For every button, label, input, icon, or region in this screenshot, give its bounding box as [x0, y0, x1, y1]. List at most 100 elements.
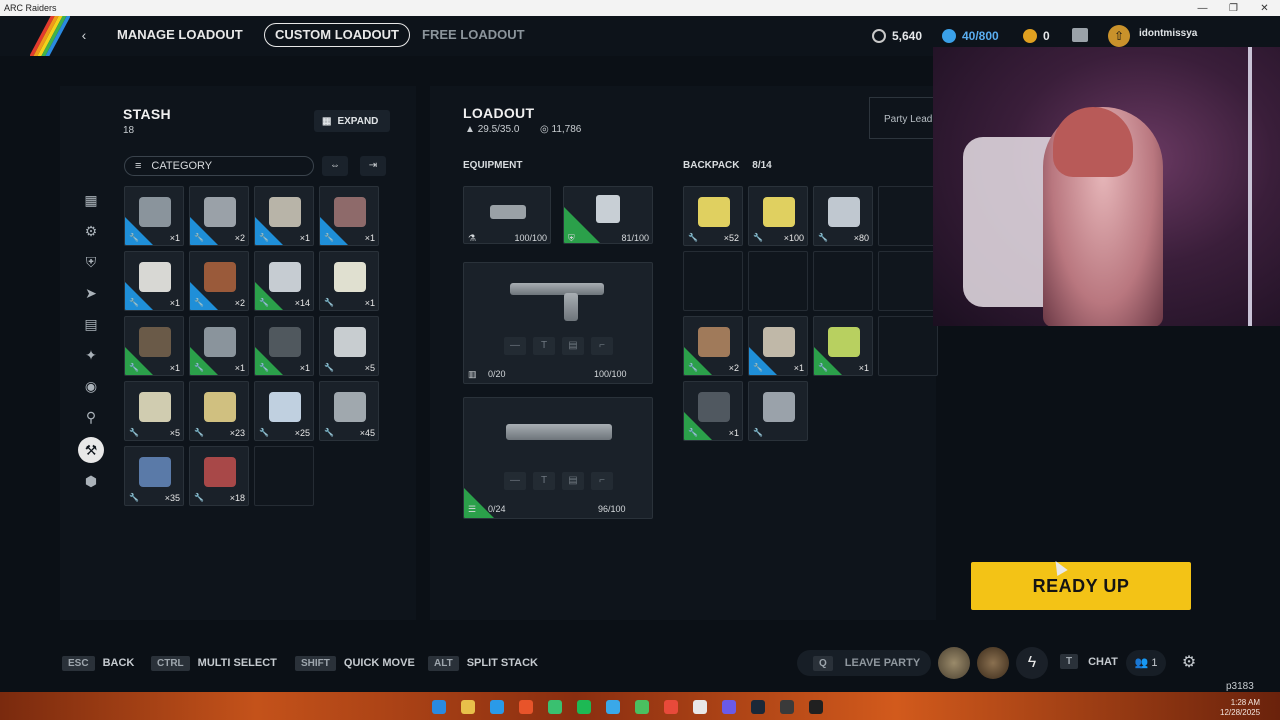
materials-icon[interactable]: ⚒: [78, 437, 104, 463]
wrench-icon: 🔧: [324, 428, 334, 437]
backpack-item-slot[interactable]: [878, 251, 938, 311]
edge-icon[interactable]: [490, 700, 504, 714]
backpack-item-slot[interactable]: [683, 251, 743, 311]
stash-item-slot[interactable]: 🔧 ×14: [254, 251, 314, 311]
keys-icon[interactable]: ⚲: [78, 404, 104, 430]
start-icon[interactable]: [432, 700, 446, 714]
backpack-item-slot[interactable]: 🔧 ×100: [748, 186, 808, 246]
backpack-item-slot[interactable]: [878, 316, 938, 376]
app-icon[interactable]: [693, 700, 707, 714]
backpack-item-slot[interactable]: 🔧 ×1: [813, 316, 873, 376]
stash-item-slot[interactable]: 🔧 ×1: [124, 251, 184, 311]
party-leader-button[interactable]: Party Lead: [869, 97, 933, 139]
stash-item-slot[interactable]: 🔧 ×5: [319, 316, 379, 376]
stash-item-slot[interactable]: 🔧 ×35: [124, 446, 184, 506]
stash-item-slot[interactable]: 🔧 ×1: [254, 186, 314, 246]
stash-item-slot[interactable]: 🔧 ×2: [189, 251, 249, 311]
muzzle-attachment-slot[interactable]: —: [504, 337, 526, 355]
app-icon[interactable]: [635, 700, 649, 714]
stash-item-slot[interactable]: 🔧 ×1: [254, 316, 314, 376]
stash-item-slot[interactable]: 🔧 ×18: [189, 446, 249, 506]
mods-icon[interactable]: ▤: [78, 311, 104, 337]
backpack-item-slot[interactable]: [748, 251, 808, 311]
backpack-item-slot[interactable]: 🔧 ×2: [683, 316, 743, 376]
leave-party-button[interactable]: Q LEAVE PARTY: [797, 650, 931, 676]
settings-gear-icon[interactable]: ⚙: [1178, 652, 1200, 674]
ready-up-button[interactable]: READY UP: [971, 562, 1191, 610]
back-chevron-icon[interactable]: ‹: [74, 25, 94, 45]
friends-button[interactable]: 👥 1: [1126, 650, 1166, 676]
maximize-button[interactable]: ❐: [1218, 3, 1249, 14]
transfer-button[interactable]: ⇥: [360, 156, 386, 176]
weapons-icon[interactable]: ⚙: [78, 218, 104, 244]
steam-icon[interactable]: [751, 700, 765, 714]
backpack-item-slot[interactable]: 🔧 ×1: [683, 381, 743, 441]
gadget-icon[interactable]: ◉: [78, 373, 104, 399]
hint-split-stack[interactable]: ALT SPLIT STACK: [428, 654, 538, 672]
stash-item-slot[interactable]: 🔧 ×1: [124, 316, 184, 376]
backpack-item-slot[interactable]: [878, 186, 938, 246]
backpack-item-slot[interactable]: 🔧 ×1: [748, 316, 808, 376]
tab-custom-loadout[interactable]: CUSTOM LOADOUT: [264, 23, 410, 47]
expand-button[interactable]: ▦ EXPAND: [314, 110, 390, 132]
misc-icon[interactable]: ⬢: [78, 468, 104, 494]
backpack-item-slot[interactable]: 🔧: [748, 381, 808, 441]
stash-item-slot[interactable]: 🔧 ×2: [189, 186, 249, 246]
window-titlebar: ARC Raiders — ❐ ✕: [0, 0, 1280, 16]
app-icon[interactable]: [548, 700, 562, 714]
tab-manage-loadout[interactable]: MANAGE LOADOUT: [117, 23, 243, 47]
augment-slot[interactable]: ⚗ 100/100: [463, 186, 551, 244]
ammo-icon[interactable]: ➤: [78, 280, 104, 306]
magazine-attachment-slot[interactable]: ▤: [562, 472, 584, 490]
chat-button[interactable]: T CHAT: [1060, 654, 1118, 669]
sort-button[interactable]: ⇔: [322, 156, 348, 176]
stash-item-slot[interactable]: 🔧 ×25: [254, 381, 314, 441]
backpack-item-slot[interactable]: 🔧 ×52: [683, 186, 743, 246]
app-icon[interactable]: [780, 700, 794, 714]
stash-item-slot[interactable]: [254, 446, 314, 506]
stash-item-slot[interactable]: 🔧 ×1: [319, 186, 379, 246]
weapon-slot-2[interactable]: — T ▤ ⌐ ☰ 0/24 96/100: [463, 397, 653, 519]
mail-icon[interactable]: [1072, 28, 1088, 42]
minimize-button[interactable]: —: [1187, 3, 1218, 14]
item-art: [139, 262, 171, 292]
arc-raiders-icon[interactable]: [809, 700, 823, 714]
stash-item-slot[interactable]: 🔧 ×1: [319, 251, 379, 311]
backpack-item-slot[interactable]: 🔧 ×80: [813, 186, 873, 246]
hint-back[interactable]: ESC BACK: [62, 654, 134, 672]
item-quantity: ×1: [364, 233, 375, 243]
hint-quick-move[interactable]: SHIFT QUICK MOVE: [295, 654, 415, 672]
underbarrel-attachment-slot[interactable]: T: [533, 337, 555, 355]
magazine-attachment-slot[interactable]: ▤: [562, 337, 584, 355]
explorer-icon[interactable]: [461, 700, 475, 714]
close-button[interactable]: ✕: [1249, 3, 1280, 14]
ammo-icon: ▥: [468, 369, 477, 379]
hint-multi-select[interactable]: CTRL MULTI SELECT: [151, 654, 277, 672]
quick-use-icon[interactable]: ✦: [78, 342, 104, 368]
discord-icon[interactable]: [722, 700, 736, 714]
brave-icon[interactable]: [519, 700, 533, 714]
stash-item-slot[interactable]: 🔧 ×1: [189, 316, 249, 376]
muzzle-attachment-slot[interactable]: —: [504, 472, 526, 490]
stash-item-slot[interactable]: 🔧 ×23: [189, 381, 249, 441]
arc-emblem-icon[interactable]: ϟ: [1016, 647, 1048, 679]
shield-slot[interactable]: ⛨ 81/100: [563, 186, 653, 244]
underbarrel-attachment-slot[interactable]: T: [533, 472, 555, 490]
spotify-icon[interactable]: [577, 700, 591, 714]
chrome-icon[interactable]: [664, 700, 678, 714]
all-items-icon[interactable]: ▦: [78, 187, 104, 213]
category-filter[interactable]: ≡ CATEGORY: [124, 156, 314, 176]
backpack-item-slot[interactable]: [813, 251, 873, 311]
item-quantity: ×80: [853, 233, 869, 243]
stash-item-slot[interactable]: 🔧 ×5: [124, 381, 184, 441]
app-icon[interactable]: [606, 700, 620, 714]
stash-item-slot[interactable]: 🔧 ×45: [319, 381, 379, 441]
party-member-avatar[interactable]: [938, 647, 970, 679]
stock-attachment-slot[interactable]: ⌐: [591, 337, 613, 355]
shield-icon[interactable]: ⛨: [78, 249, 104, 275]
party-member-avatar[interactable]: [977, 647, 1009, 679]
stash-item-slot[interactable]: 🔧 ×1: [124, 186, 184, 246]
weapon-slot-1[interactable]: — T ▤ ⌐ ▥ 0/20 100/100: [463, 262, 653, 384]
tab-free-loadout[interactable]: FREE LOADOUT: [422, 23, 525, 47]
stock-attachment-slot[interactable]: ⌐: [591, 472, 613, 490]
